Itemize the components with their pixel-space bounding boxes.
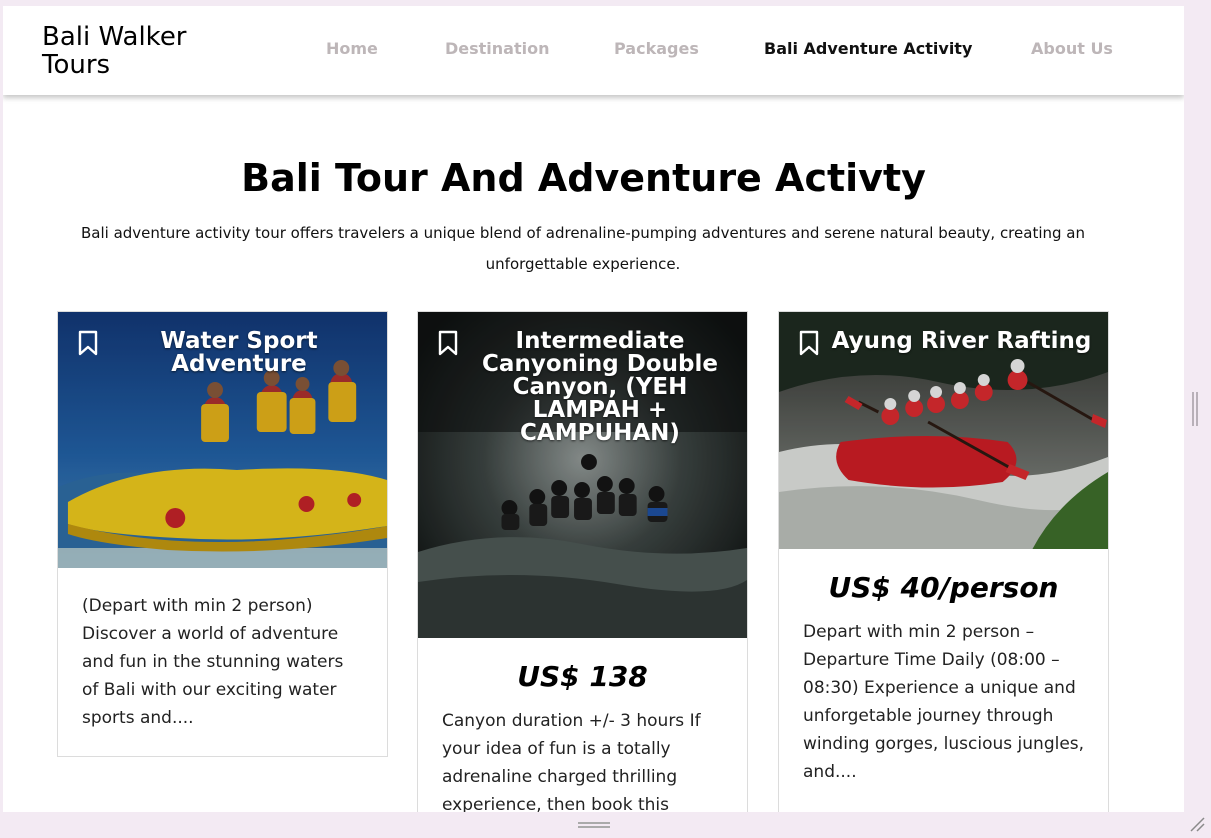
card-price: US$ 40/person xyxy=(828,571,1059,604)
activity-card-rafting[interactable]: Ayung River Rafting US$ 40/person Depart… xyxy=(778,311,1109,812)
nav-home[interactable]: Home xyxy=(326,39,378,58)
card-image-rafting[interactable]: Ayung River Rafting xyxy=(779,312,1108,549)
card-title[interactable]: Intermediate Canyoning Double Canyon, (Y… xyxy=(480,330,720,445)
site-header: Bali Walker Tours Home Destination Packa… xyxy=(3,6,1184,95)
page-title: Bali Tour And Adventure Activty xyxy=(241,156,926,200)
resize-grip-icon[interactable] xyxy=(1189,816,1205,832)
card-description: Depart with min 2 person – Departure Tim… xyxy=(803,622,1085,782)
card-image-canyoning[interactable]: Intermediate Canyoning Double Canyon, (Y… xyxy=(418,312,747,638)
card-description: Canyon duration +/- 3 hours If your idea… xyxy=(442,711,701,812)
main-nav: Home Destination Packages Bali Adventure… xyxy=(3,39,1184,63)
card-price: US$ 138 xyxy=(517,660,648,693)
activity-card-water-sport[interactable]: Water Sport Adventure (Depart with min 2… xyxy=(57,311,388,757)
card-title[interactable]: Ayung River Rafting xyxy=(829,330,1094,353)
nav-destination[interactable]: Destination xyxy=(445,39,550,58)
nav-bali-adventure-activity[interactable]: Bali Adventure Activity xyxy=(764,39,972,58)
drag-handle-icon[interactable] xyxy=(578,822,610,828)
vertical-resize-handle[interactable] xyxy=(1192,392,1198,426)
browser-viewport: Bali Walker Tours Home Destination Packa… xyxy=(3,6,1184,812)
nav-packages[interactable]: Packages xyxy=(614,39,699,58)
bookmark-icon[interactable] xyxy=(438,330,458,356)
card-image-banana-boat[interactable]: Water Sport Adventure xyxy=(58,312,387,568)
card-title[interactable]: Water Sport Adventure xyxy=(154,330,324,376)
nav-about-us[interactable]: About Us xyxy=(1031,39,1113,58)
window-bottom-bar xyxy=(0,812,1211,838)
bookmark-icon[interactable] xyxy=(78,330,98,356)
bookmark-icon[interactable] xyxy=(799,330,819,356)
card-description: (Depart with min 2 person) Discover a wo… xyxy=(82,596,344,728)
page-intro: Bali adventure activity tour offers trav… xyxy=(80,224,1085,273)
activity-card-canyoning[interactable]: Intermediate Canyoning Double Canyon, (Y… xyxy=(417,311,748,812)
